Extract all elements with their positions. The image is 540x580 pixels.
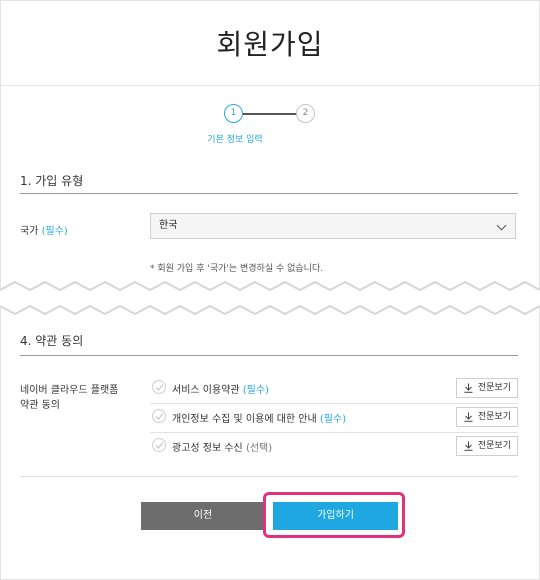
view-full-marketing-button[interactable]: 전문보기	[456, 436, 518, 456]
country-select-value: 한국	[159, 220, 178, 231]
header: 회원가입	[1, 1, 539, 86]
torn-edge-divider	[0, 280, 540, 316]
country-label: 국가 (필수)	[20, 222, 68, 237]
agree-label-text: 광고성 정보 수신	[172, 443, 243, 454]
agree-label-text: 서비스 이용약관	[172, 385, 240, 396]
prev-button[interactable]: 이전	[141, 502, 265, 530]
required-tag: (필수)	[41, 226, 68, 237]
check-icon	[155, 413, 164, 420]
view-full-privacy-button[interactable]: 전문보기	[456, 407, 518, 427]
checkbox-marketing[interactable]	[152, 438, 166, 452]
required-tag: (필수)	[242, 385, 269, 396]
country-label-text: 국가	[20, 226, 39, 237]
country-note: * 회원 가입 후 '국가'는 변경하실 수 없습니다.	[150, 264, 324, 274]
checkbox-privacy[interactable]	[152, 409, 166, 423]
agree-label: 서비스 이용약관 (필수)	[172, 381, 269, 396]
chevron-down-icon	[496, 220, 507, 231]
checkbox-service-terms[interactable]	[152, 380, 166, 394]
agree-label: 광고성 정보 수신 (선택)	[172, 439, 272, 454]
view-full-terms-button[interactable]: 전문보기	[456, 378, 518, 398]
agree-label: 개인정보 수집 및 이용에 대한 안내 (필수)	[172, 410, 346, 425]
country-select[interactable]: 한국	[150, 213, 516, 239]
section-4-divider	[20, 355, 518, 356]
check-icon	[155, 384, 164, 391]
signup-button[interactable]: 가입하기	[273, 502, 398, 530]
required-tag: (필수)	[319, 414, 347, 425]
step-caption: 기본 정보 입력	[207, 135, 263, 145]
page-title: 회원가입	[216, 28, 324, 61]
download-icon	[464, 383, 473, 393]
optional-tag: (선택)	[245, 443, 273, 454]
step-1-circle: 1	[224, 104, 243, 123]
agree-row-privacy: 개인정보 수집 및 이용에 대한 안내 (필수) 전문보기	[150, 403, 518, 433]
check-icon	[155, 442, 164, 449]
section-1-heading: 1. 가입 유형	[20, 174, 84, 188]
agree-row-service-terms: 서비스 이용약관 (필수) 전문보기	[150, 374, 518, 404]
section-4-heading: 4. 약관 동의	[20, 334, 84, 348]
agree-label-text: 개인정보 수집 및 이용에 대한 안내	[172, 414, 317, 425]
terms-label-line1: 네이버 클라우드 플랫폼	[20, 385, 119, 396]
download-icon	[464, 412, 473, 422]
view-full-label: 전문보기	[477, 383, 511, 393]
step-indicator: 1 2	[224, 104, 315, 128]
agree-row-marketing: 광고성 정보 수신 (선택) 전문보기	[150, 432, 518, 461]
bottom-divider	[20, 476, 518, 477]
view-full-label: 전문보기	[477, 441, 511, 451]
section-1-divider	[20, 193, 518, 194]
terms-label: 네이버 클라우드 플랫폼 약관 동의	[20, 383, 118, 413]
step-2-circle: 2	[296, 104, 315, 123]
download-icon	[464, 441, 473, 451]
view-full-label: 전문보기	[477, 412, 511, 422]
step-progress-line	[243, 113, 297, 115]
terms-label-line2: 약관 동의	[20, 400, 60, 411]
